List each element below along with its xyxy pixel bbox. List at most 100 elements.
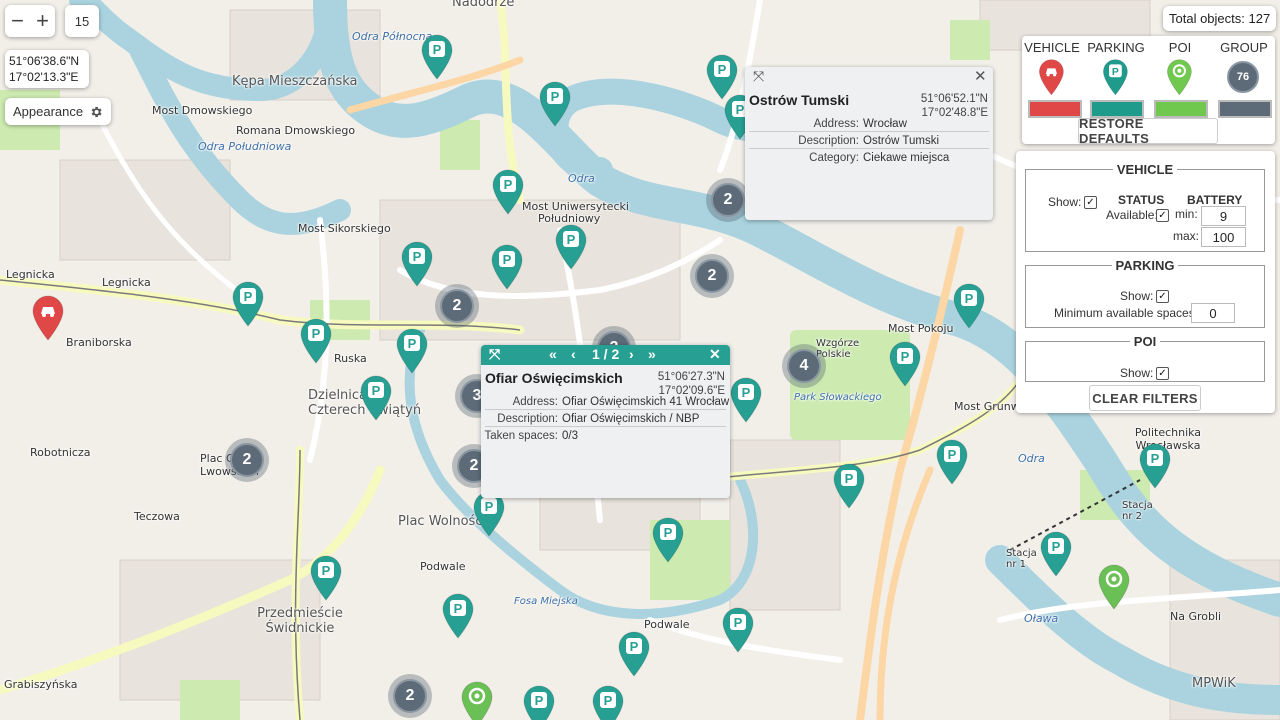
poi-show-checkbox[interactable]: ✓ <box>1156 367 1169 380</box>
restore-defaults-button[interactable]: RESTORE DEFAULTS <box>1078 116 1218 146</box>
parking-marker[interactable]: P <box>728 376 764 424</box>
cursor-coordinates: 51°06'38.6"N 17°02'13.3"E <box>5 50 89 88</box>
map-label: Romana Dmowskiego <box>236 124 356 137</box>
parking-marker[interactable]: P <box>951 282 987 330</box>
cluster-marker[interactable]: 2 <box>690 254 734 298</box>
parking-marker[interactable]: P <box>298 317 334 365</box>
row-key: Category: <box>809 152 859 164</box>
parking-marker[interactable]: P <box>1137 442 1173 490</box>
close-icon[interactable]: ✕ <box>974 67 987 85</box>
map-label: Oława <box>1024 612 1059 625</box>
cluster-marker[interactable]: 2 <box>388 674 432 718</box>
page-indicator: 1 / 2 <box>592 346 620 362</box>
vehicle-color-swatch[interactable] <box>1028 100 1082 118</box>
zoom-out-button[interactable]: − <box>11 10 24 32</box>
parking-show-label: Show: <box>1120 289 1154 303</box>
parking-popup: ⤧ « ‹ 1 / 2 › » ✕ Ofiar Oświęcimskich 51… <box>481 345 730 498</box>
parking-marker[interactable]: P <box>934 438 970 486</box>
svg-text:P: P <box>845 471 854 486</box>
svg-text:P: P <box>312 326 321 341</box>
divider <box>485 409 726 410</box>
map-label: Legnicka <box>102 276 151 289</box>
parking-marker[interactable]: P <box>553 223 589 271</box>
parking-marker[interactable]: P <box>831 462 867 510</box>
svg-text:P: P <box>901 349 910 364</box>
popup-coordinates: 51°06'27.3"N 17°02'09.6"E <box>658 370 725 398</box>
cluster-marker[interactable]: 2 <box>435 284 479 328</box>
clear-filters-button[interactable]: CLEAR FILTERS <box>1089 385 1201 411</box>
parking-marker[interactable]: P <box>490 168 526 216</box>
parking-marker[interactable]: P <box>399 240 435 288</box>
popup-coordinates: 51°06'52.1"N 17°02'48.8"E <box>921 92 988 120</box>
gear-icon <box>91 106 102 117</box>
parking-min-spaces-input[interactable]: 0 <box>1191 303 1235 323</box>
svg-text:P: P <box>567 232 576 247</box>
last-page-icon[interactable]: » <box>648 346 656 362</box>
poi-marker[interactable] <box>1096 563 1132 611</box>
map-label: Teczowa <box>134 510 180 523</box>
battery-max-label: max: <box>1173 229 1200 243</box>
svg-text:P: P <box>664 525 673 540</box>
parking-marker[interactable]: P <box>230 280 266 328</box>
svg-text:P: P <box>1112 67 1119 78</box>
map-label: Most Sikorskiego <box>298 222 391 235</box>
parking-marker[interactable]: P <box>308 554 344 602</box>
legend-poi-label: POI <box>1168 40 1192 55</box>
close-icon[interactable]: ✕ <box>709 346 721 363</box>
popup-lon: 17°02'48.8"E <box>921 107 988 119</box>
vehicle-show-label: Show: <box>1048 195 1082 209</box>
cluster-marker[interactable]: 2 <box>225 438 269 482</box>
parking-marker[interactable]: P <box>887 340 923 388</box>
first-page-icon[interactable]: « <box>549 346 557 362</box>
cluster-marker[interactable]: 4 <box>782 344 826 388</box>
row-value: Ofiar Oświęcimskich 41 Wrocław <box>562 396 730 408</box>
row-value: 0/3 <box>562 430 578 442</box>
svg-text:P: P <box>244 289 253 304</box>
legend-vehicle-label: VEHICLE <box>1024 40 1080 55</box>
parking-show-checkbox[interactable]: ✓ <box>1156 290 1169 303</box>
group-color-swatch[interactable] <box>1218 100 1272 118</box>
poi-marker[interactable] <box>459 680 495 720</box>
appearance-button[interactable]: Appearance <box>5 98 112 125</box>
next-page-icon[interactable]: › <box>629 346 634 362</box>
cluster-marker[interactable]: 2 <box>706 178 750 222</box>
parking-marker[interactable]: P <box>358 374 394 422</box>
vehicle-filter-title: VEHICLE <box>1116 162 1174 177</box>
map-label: Fosa Miejska <box>514 596 578 607</box>
map-label: Grabiszyńska <box>4 678 78 691</box>
parking-marker[interactable]: P <box>394 327 430 375</box>
parking-marker[interactable]: P <box>489 243 525 291</box>
map-label: Kępa Mieszczańska <box>232 74 358 89</box>
prev-page-icon[interactable]: ‹ <box>571 346 576 362</box>
vehicle-battery-header: BATTERY <box>1187 193 1243 207</box>
parking-marker[interactable]: P <box>720 606 756 654</box>
svg-text:P: P <box>413 249 422 264</box>
svg-text:P: P <box>734 615 743 630</box>
svg-text:P: P <box>454 601 463 616</box>
map-label: MPWiK <box>1192 676 1236 691</box>
parking-marker[interactable]: P <box>440 592 476 640</box>
parking-marker[interactable]: P <box>537 80 573 128</box>
coordinate-lon: 17°02'13.3"E <box>9 70 79 84</box>
zoom-in-button[interactable]: + <box>36 10 49 32</box>
parking-marker[interactable]: P <box>521 684 557 720</box>
svg-text:P: P <box>965 291 974 306</box>
parking-marker[interactable]: P <box>616 630 652 678</box>
svg-text:P: P <box>551 89 560 104</box>
vehicle-status-header: STATUS <box>1118 193 1165 207</box>
vehicle-available-checkbox[interactable]: ✓ <box>1156 209 1169 222</box>
map-label: Ruska <box>334 352 367 365</box>
parking-marker[interactable]: P <box>1038 530 1074 578</box>
vehicle-marker[interactable] <box>30 294 66 342</box>
cluster-count: 2 <box>711 183 745 217</box>
collapse-icon[interactable]: ⤧ <box>753 68 764 85</box>
parking-marker[interactable]: P <box>650 516 686 564</box>
battery-max-input[interactable]: 100 <box>1201 227 1246 247</box>
row-key: Address: <box>813 118 859 130</box>
parking-marker[interactable]: P <box>419 33 455 81</box>
parking-marker[interactable]: P <box>590 684 626 720</box>
vehicle-show-checkbox[interactable]: ✓ <box>1084 196 1097 209</box>
collapse-icon[interactable]: ⤧ <box>489 346 500 363</box>
battery-min-input[interactable]: 9 <box>1201 206 1246 226</box>
filters-panel: VEHICLE Show: ✓ STATUS Available: ✓ BATT… <box>1016 151 1275 413</box>
